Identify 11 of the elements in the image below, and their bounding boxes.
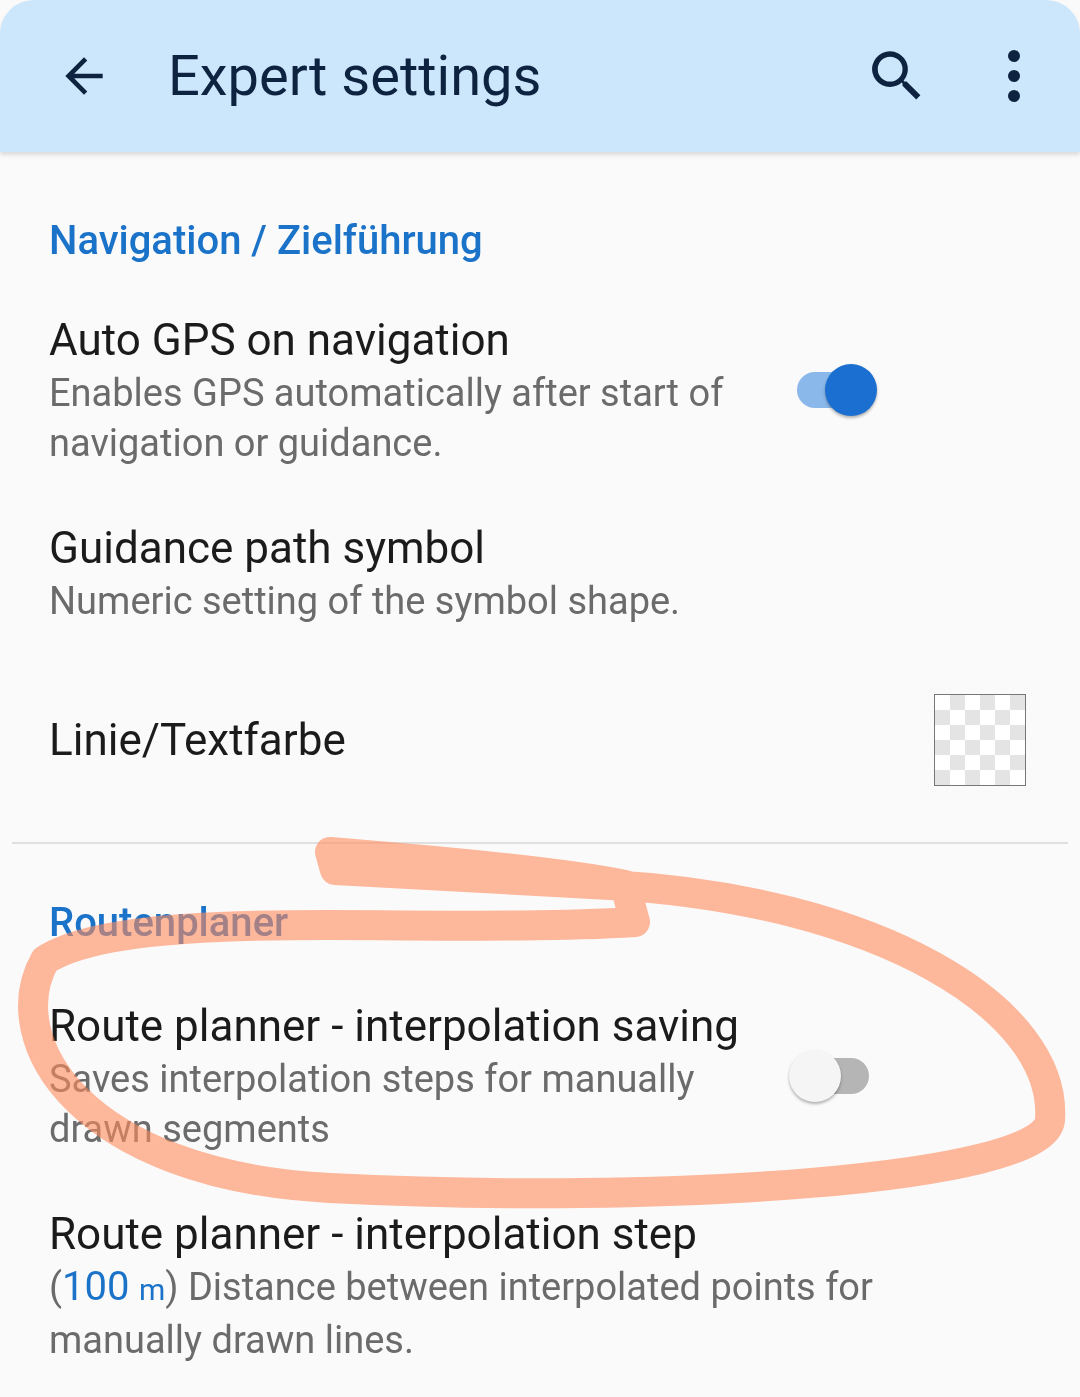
setting-summary: Numeric setting of the symbol shape. — [49, 578, 682, 625]
setting-title: Auto GPS on navigation — [49, 313, 511, 368]
setting-summary: Enables GPS automatically after start of navigation or guidance. — [49, 370, 725, 467]
color-swatch[interactable] — [934, 694, 1026, 786]
screen-title: Expert settings — [168, 43, 543, 109]
setting-title: Route planner - interpolation step — [49, 1207, 698, 1262]
setting-title: Route planner - interpolation saving — [49, 999, 741, 1054]
setting-summary: (100 m) Distance between interpolated points for manually drawn lines. — [49, 1262, 874, 1364]
setting-title: Guidance path symbol — [49, 521, 487, 576]
section-header: Navigation / Zielführung — [49, 216, 484, 266]
setting-title: Linie/Textfarbe — [49, 713, 347, 768]
